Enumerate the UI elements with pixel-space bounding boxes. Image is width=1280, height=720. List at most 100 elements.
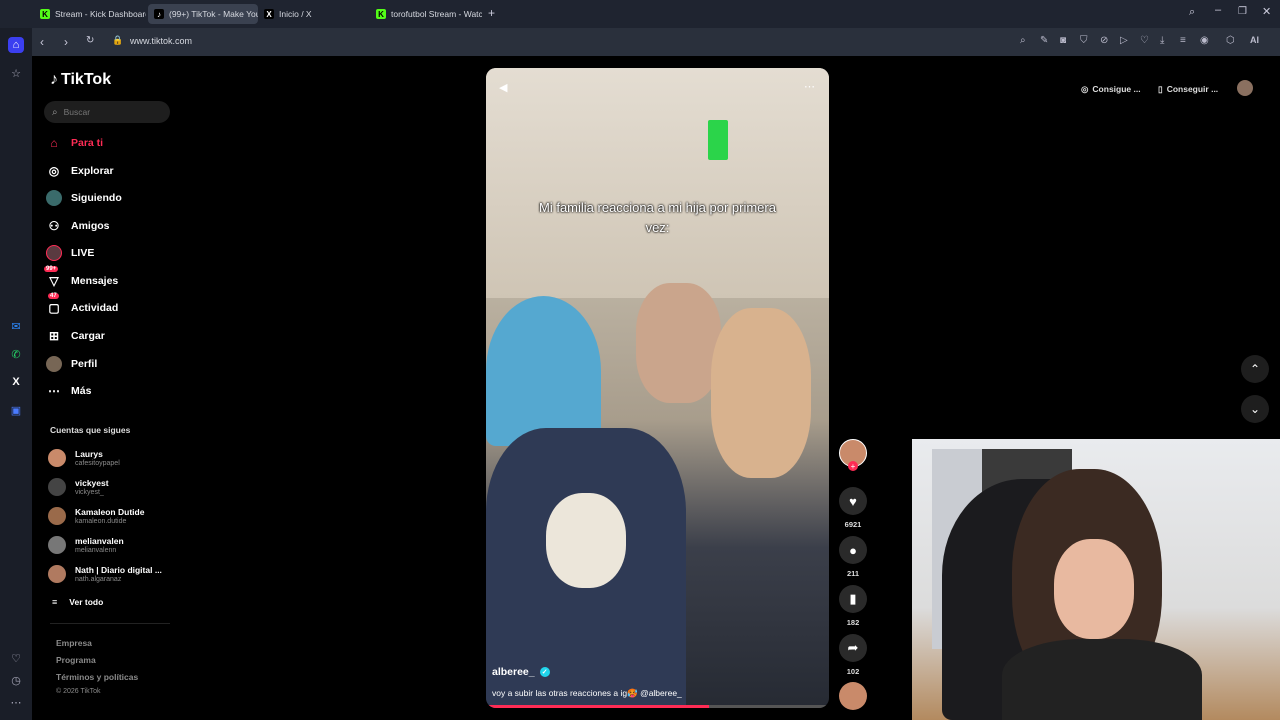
activity-badge: 47	[48, 293, 59, 299]
streamer-face	[1054, 539, 1134, 639]
more-icon: ⋯	[48, 384, 60, 398]
app-icon[interactable]: ▣	[8, 402, 24, 418]
account-handle: kamaleon.dutide	[75, 517, 127, 525]
history-icon[interactable]: ◷	[8, 672, 24, 688]
search-icon[interactable]: ⌕	[1020, 35, 1026, 46]
menu-item-para-ti[interactable]: ⌂ Para ti	[46, 132, 103, 154]
messages-icon: ▽ 99+	[44, 266, 59, 288]
menu-item-explorar[interactable]: ◎ Explorar	[46, 160, 114, 182]
blocker-icon[interactable]: ⊘	[1100, 35, 1108, 46]
following-item[interactable]: Laurys cafesitoypapel	[48, 445, 120, 471]
menu-item-cargar[interactable]: ⊞ Cargar	[46, 325, 105, 347]
whatsapp-icon[interactable]: ✆	[8, 346, 24, 362]
messages-badge: 99+	[44, 266, 59, 272]
menu-item-actividad[interactable]: ▢ 47 Actividad	[46, 293, 119, 319]
tab-tiktok[interactable]: ♪ (99+) TikTok - Make Your Day	[148, 4, 258, 24]
menu-label: Actividad	[71, 302, 119, 314]
menu-label: Siguiendo	[71, 192, 122, 204]
account-name: Nath | Diario digital ...	[75, 564, 162, 575]
menu-label: LIVE	[71, 247, 95, 259]
author-name: alberee_	[492, 666, 535, 678]
progress-track[interactable]	[486, 705, 829, 708]
ai-button[interactable]: AI	[1250, 35, 1259, 45]
comment-button[interactable]: ●	[839, 536, 867, 564]
following-item[interactable]: Nath | Diario digital ... nath.algaranaz	[48, 561, 162, 587]
sound-disc[interactable]	[839, 682, 867, 710]
tiktok-logo[interactable]: ♪ TikTok	[50, 71, 111, 89]
footer-link[interactable]: Términos y políticas	[56, 672, 138, 682]
heart-icon[interactable]: ♡	[1140, 35, 1149, 46]
extensions-icon[interactable]: ⬡	[1226, 35, 1235, 46]
menu-label: Más	[71, 385, 92, 397]
messenger-icon[interactable]: ✉	[8, 318, 24, 334]
shield-icon[interactable]: ⛉	[1080, 35, 1088, 46]
tab-title: Inicio / X	[279, 9, 312, 19]
x-icon[interactable]: X	[8, 374, 24, 390]
menu-item-perfil[interactable]: Perfil	[46, 353, 97, 375]
following-item[interactable]: Kamaleon Dutide kamaleon.dutide	[48, 503, 144, 529]
menu-icon[interactable]: ≡	[1180, 35, 1186, 46]
get-coins-button[interactable]: ◎ Consigue ...	[1081, 80, 1141, 98]
close-icon[interactable]: ✕	[1262, 5, 1271, 18]
streamer-shirt	[1002, 639, 1202, 720]
download-icon[interactable]: ⤓	[1160, 35, 1164, 46]
avatar	[48, 507, 66, 525]
tab-kick-dashboard[interactable]: K Stream - Kick Dashboard	[34, 4, 146, 24]
share-button[interactable]: ➦	[839, 634, 867, 662]
menu-label: Mensajes	[71, 275, 119, 287]
star-icon[interactable]: ☆	[8, 65, 24, 81]
maximize-icon[interactable]: ❐	[1238, 6, 1247, 17]
back-icon[interactable]: ‹	[40, 35, 44, 49]
search-tabs-icon[interactable]: ⌕	[1189, 6, 1195, 19]
menu-item-siguiendo[interactable]: Siguiendo	[46, 187, 122, 209]
get-app-button[interactable]: ▯ Conseguir ...	[1158, 80, 1218, 98]
more-icon[interactable]: ⋯	[8, 694, 24, 710]
baby-blanket	[546, 493, 626, 588]
footer-link[interactable]: Programa	[56, 655, 96, 665]
search-input[interactable]: Buscar	[64, 107, 90, 117]
menu-item-live[interactable]: LIVE	[46, 242, 94, 264]
heart-icon[interactable]: ♡	[8, 650, 24, 666]
live-icon	[46, 245, 62, 261]
next-video-button[interactable]: ⌄	[1241, 395, 1269, 423]
search-icon: ⌕	[52, 106, 58, 118]
following-item[interactable]: vickyest vickyest_	[48, 474, 109, 500]
video-player[interactable]: ◀ ⋯ Mi familia reacciona a mi hija por p…	[486, 68, 829, 708]
opera-sidebar: O ⌂ ☆ ✉ ✆ X ▣ ♡ ◷ ⋯	[0, 0, 32, 720]
previous-video-button[interactable]: ⌃	[1241, 355, 1269, 383]
menu-item-amigos[interactable]: ⚇ Amigos	[46, 215, 110, 237]
menu-label: Para ti	[71, 137, 104, 149]
video-author[interactable]: alberee_ ✓	[492, 666, 550, 678]
tiktok-icon: ♪	[154, 9, 164, 19]
account-handle: nath.algaranaz	[75, 575, 122, 583]
url-field[interactable]: www.tiktok.com	[130, 36, 192, 46]
minimize-icon[interactable]: –	[1215, 4, 1221, 16]
profile-icon[interactable]: ◉	[1200, 35, 1209, 46]
edit-icon[interactable]: ✎	[1040, 35, 1048, 46]
camera-icon[interactable]: ◙	[1060, 35, 1066, 46]
home-icon[interactable]: ⌂	[8, 37, 24, 53]
search-box[interactable]: ⌕ Buscar	[44, 101, 170, 123]
menu-item-mensajes[interactable]: ▽ 99+ Mensajes	[44, 266, 119, 292]
follow-plus-icon[interactable]: +	[848, 461, 858, 471]
tab-x[interactable]: X Inicio / X	[258, 4, 368, 24]
app-label: Conseguir ...	[1166, 84, 1219, 94]
forward-icon[interactable]: ›	[64, 35, 68, 49]
following-item[interactable]: melianvalen melianvalenn	[48, 532, 124, 558]
tab-torofutbol[interactable]: K torofutbol Stream - Watch	[370, 4, 482, 24]
user-avatar[interactable]	[1237, 80, 1253, 96]
mute-icon[interactable]: ◀	[499, 81, 507, 94]
save-button[interactable]: ▮	[839, 585, 867, 613]
options-icon[interactable]: ⋯	[804, 80, 815, 93]
like-button[interactable]: ♥	[839, 487, 867, 515]
reload-icon[interactable]: ↻	[86, 35, 94, 46]
following-icon	[46, 190, 62, 206]
tiktok-note-icon: ♪	[50, 71, 58, 88]
see-all-button[interactable]: ≡ Ver todo	[52, 597, 103, 607]
new-tab-icon[interactable]: +	[488, 6, 495, 20]
menu-item-mas[interactable]: ⋯ Más	[46, 380, 91, 402]
play-icon[interactable]: ▷	[1120, 35, 1128, 46]
compass-icon: ◎	[48, 164, 60, 178]
coin-icon: ◎	[1081, 83, 1089, 94]
footer-link[interactable]: Empresa	[56, 638, 92, 648]
